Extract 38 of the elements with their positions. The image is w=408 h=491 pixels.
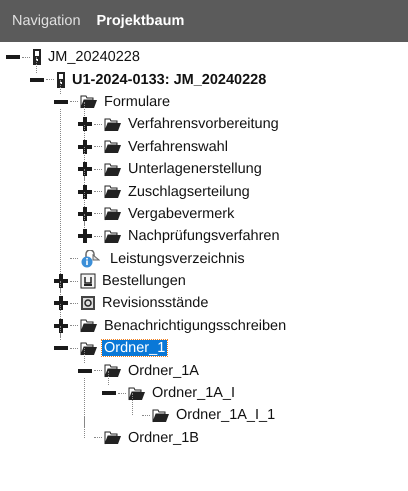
- tab[interactable]: Navigation: [12, 13, 81, 29]
- folder-icon: [104, 430, 122, 446]
- tree-item[interactable]: Ordner_1: [102, 340, 168, 356]
- tree-item[interactable]: Ordner_1A_I: [150, 385, 238, 402]
- folder-icon: [104, 116, 122, 132]
- folder-icon: [104, 228, 122, 244]
- device-icon: [56, 70, 66, 89]
- tab[interactable]: Projektbaum: [96, 13, 184, 29]
- order-box-icon: [80, 273, 96, 290]
- folder-icon: [104, 162, 122, 177]
- tree-item[interactable]: Formulare: [102, 94, 172, 110]
- device-icon: [32, 48, 42, 66]
- folder-icon: [104, 363, 122, 378]
- folder-icon: [80, 318, 98, 334]
- folder-icon: [104, 139, 122, 154]
- tree-item[interactable]: Leistungsverzeichnis: [108, 250, 247, 267]
- tree-item[interactable]: Ordner_1B: [126, 430, 201, 446]
- lock-info-icon: [80, 250, 100, 268]
- tree-item[interactable]: Unterlagenerstellung: [126, 161, 264, 178]
- tree-item[interactable]: JM_20240228: [46, 49, 142, 66]
- tree-item[interactable]: Ordner_1A_I_1: [174, 407, 278, 424]
- folder-icon: [128, 386, 146, 401]
- tree-item[interactable]: Revisionsstände: [100, 295, 210, 312]
- tree-item[interactable]: Zuschlagserteilung: [126, 184, 252, 200]
- tree-item[interactable]: Verfahrenswahl: [126, 138, 230, 155]
- folder-icon: [104, 206, 122, 222]
- tree-item[interactable]: U1-2024-0133: JM_20240228: [70, 72, 268, 88]
- tree-item[interactable]: Nachprüfungsverfahren: [126, 228, 282, 244]
- revision-box-icon: [80, 295, 96, 312]
- tree-item[interactable]: Bestellungen: [100, 273, 188, 290]
- tree-item[interactable]: Ordner_1A: [126, 362, 201, 379]
- tree-item[interactable]: Verfahrensvorbereitung: [126, 116, 281, 132]
- folder-icon: [152, 408, 170, 423]
- tree-item[interactable]: Benachrichtigungsschreiben: [102, 318, 288, 334]
- folder-icon: [80, 94, 98, 110]
- tree-item[interactable]: Vergabevermerk: [126, 206, 236, 222]
- folder-icon: [104, 184, 122, 200]
- folder-icon: [80, 340, 98, 356]
